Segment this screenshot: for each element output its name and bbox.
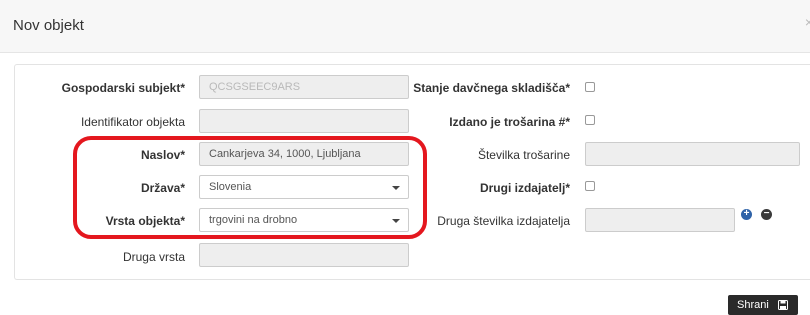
minus-circle-icon[interactable]: − — [761, 209, 772, 220]
identifikator-objekta-label: Identifikator objekta — [80, 115, 185, 129]
drugi-izdajatelj-label: Drugi izdajatelj* — [479, 181, 570, 195]
druga-vrsta-input[interactable] — [199, 243, 409, 267]
save-button[interactable]: Shrani — [728, 295, 798, 315]
izdano-je-trosarina-label: Izdano je trošarina #* — [449, 115, 570, 129]
druga-vrsta-label: Druga vrsta — [122, 250, 185, 264]
modal-title: Nov objekt — [13, 17, 84, 34]
identifikator-objekta-input[interactable] — [199, 109, 409, 133]
floppy-disk-icon — [778, 300, 788, 310]
drugi-izdajatelj-checkbox[interactable] — [585, 181, 595, 191]
close-icon[interactable]: × — [805, 14, 810, 30]
druga-stevilka-izdajatelja-label: Druga številka izdajatelja — [437, 214, 570, 228]
stevilka-trosarine-label: Številka trošarine — [477, 148, 570, 162]
plus-circle-icon[interactable]: + — [741, 209, 752, 220]
druga-stevilka-izdajatelja-input[interactable] — [585, 208, 735, 232]
stanje-davcnega-skladisca-label: Stanje davčnega skladišča* — [413, 81, 570, 95]
izdano-je-trosarina-checkbox[interactable] — [585, 115, 595, 125]
save-button-label: Shrani — [737, 299, 769, 311]
gospodarski-subjekt-label: Gospodarski subjekt* — [61, 81, 185, 95]
gospodarski-subjekt-input[interactable]: QCSGSEEC9ARS — [199, 75, 409, 99]
modal-header: Nov objekt × — [0, 0, 810, 53]
new-object-modal: Nov objekt × Gospodarski subjekt* QCSGSE… — [0, 0, 810, 315]
stanje-davcnega-skladisca-checkbox[interactable] — [585, 82, 595, 92]
highlight-annotation — [73, 136, 427, 239]
stevilka-trosarine-input[interactable] — [585, 142, 800, 166]
